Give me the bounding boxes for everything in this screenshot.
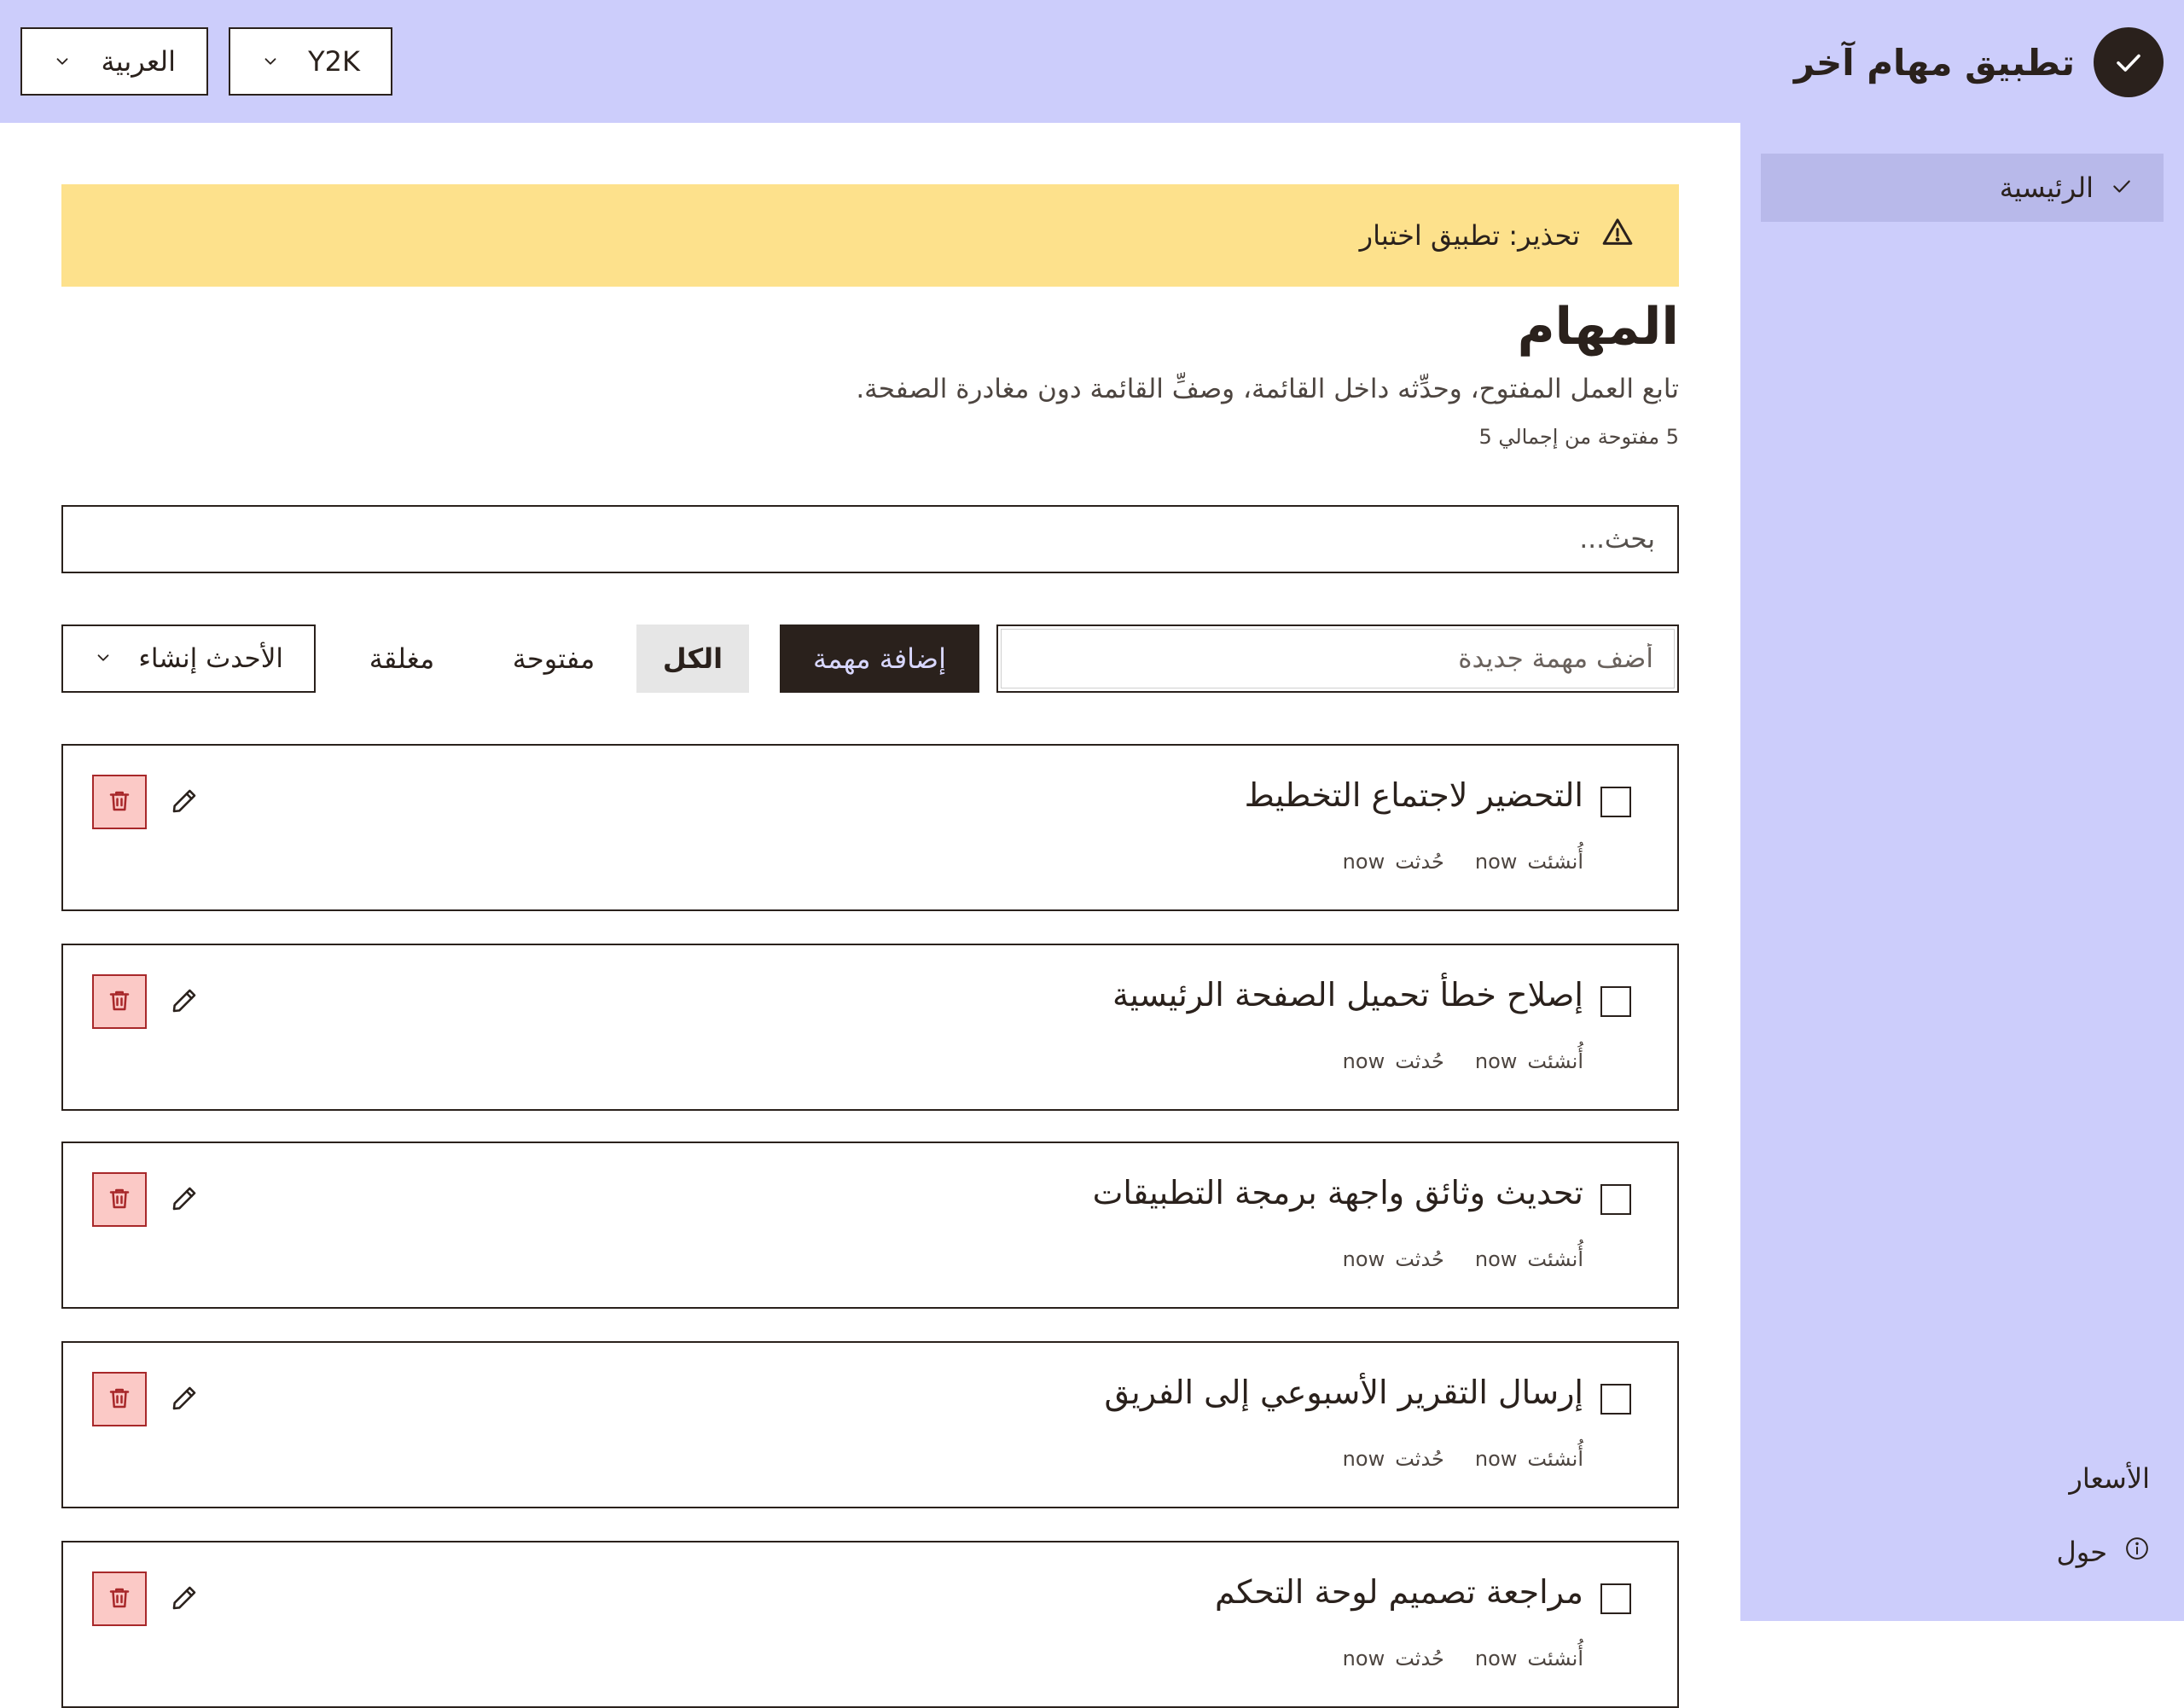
task-card: تحديث وثائق واجهة برمجة التطبيقات أُنشئت…	[61, 1142, 1679, 1309]
page-title: المهام	[1517, 297, 1679, 357]
trash-icon	[107, 988, 132, 1016]
language-select-value: العربية	[101, 45, 176, 78]
sidebar-item-label: الرئيسية	[1999, 171, 2094, 204]
task-title[interactable]: تحديث وثائق واجهة برمجة التطبيقات	[1093, 1174, 1583, 1211]
sidebar-item-label: الأسعار	[2069, 1462, 2150, 1495]
warning-triangle-icon	[1600, 215, 1635, 256]
edit-task-button[interactable]	[167, 1582, 201, 1616]
filter-all-button[interactable]: الكل	[636, 625, 749, 693]
sidebar: الرئيسية الأسعار حول	[1740, 123, 2184, 1621]
sidebar-item-label: حول	[2056, 1536, 2107, 1568]
language-select[interactable]: العربية	[20, 27, 208, 96]
updated-label: حُدثت	[1395, 1447, 1444, 1471]
task-card: إرسال التقرير الأسبوعي إلى الفريق أُنشئت…	[61, 1341, 1679, 1508]
task-count: 5 مفتوحة من إجمالي 5	[1478, 425, 1679, 449]
sidebar-item-about[interactable]: حول	[2056, 1536, 2150, 1568]
info-icon	[2124, 1536, 2150, 1568]
pencil-icon	[170, 787, 199, 818]
task-checkbox[interactable]	[1600, 1583, 1631, 1614]
delete-task-button[interactable]	[92, 1372, 147, 1426]
task-checkbox[interactable]	[1600, 787, 1631, 817]
trash-icon	[107, 788, 132, 816]
check-logo-icon	[2094, 27, 2164, 97]
created-label: أُنشئت	[1527, 1647, 1583, 1670]
delete-task-button[interactable]	[92, 1172, 147, 1227]
task-meta: أُنشئت now حُدثت now	[1343, 850, 1583, 874]
edit-task-button[interactable]	[167, 1182, 201, 1217]
filter-closed-button[interactable]: مغلقة	[346, 625, 457, 693]
task-checkbox[interactable]	[1600, 986, 1631, 1017]
new-task-input[interactable]	[996, 625, 1679, 693]
created-label: أُنشئت	[1527, 1247, 1583, 1271]
task-meta: أُنشئت now حُدثت now	[1343, 1647, 1583, 1670]
trash-icon	[107, 1585, 132, 1613]
updated-value: now	[1342, 1247, 1385, 1271]
app-title: تطبيق مهام آخر	[1793, 41, 2075, 84]
task-meta: أُنشئت now حُدثت now	[1343, 1247, 1583, 1271]
trash-icon	[107, 1186, 132, 1214]
created-label: أُنشئت	[1527, 1447, 1583, 1471]
created-value: now	[1474, 1447, 1518, 1471]
chevron-down-icon	[94, 643, 113, 674]
delete-task-button[interactable]	[92, 1571, 147, 1626]
edit-task-button[interactable]	[167, 985, 201, 1019]
pencil-icon	[170, 1583, 199, 1615]
task-card: إصلاح خطأ تحميل الصفحة الرئيسية أُنشئت no…	[61, 944, 1679, 1111]
page-description: تابع العمل المفتوح، وحدِّثه داخل القائمة…	[856, 374, 1679, 404]
chevron-down-icon	[261, 52, 280, 71]
updated-value: now	[1342, 850, 1385, 874]
created-value: now	[1474, 850, 1518, 874]
pencil-icon	[170, 1384, 199, 1415]
created-value: now	[1474, 1647, 1518, 1670]
warning-text: تحذير: تطبيق اختبار	[1359, 219, 1580, 252]
warning-banner: تحذير: تطبيق اختبار	[61, 184, 1679, 287]
edit-task-button[interactable]	[167, 1382, 201, 1416]
edit-task-button[interactable]	[167, 785, 201, 819]
updated-value: now	[1342, 1447, 1385, 1471]
task-meta: أُنشئت now حُدثت now	[1343, 1447, 1583, 1471]
filter-open-button[interactable]: مفتوحة	[498, 625, 609, 693]
theme-select-value: Y2K	[308, 45, 360, 78]
task-card: مراجعة تصميم لوحة التحكم أُنشئت now حُدثت…	[61, 1541, 1679, 1708]
updated-label: حُدثت	[1395, 1049, 1444, 1073]
delete-task-button[interactable]	[92, 974, 147, 1029]
theme-select[interactable]: Y2K	[229, 27, 392, 96]
updated-label: حُدثت	[1395, 1247, 1444, 1271]
task-checkbox[interactable]	[1600, 1184, 1631, 1215]
updated-label: حُدثت	[1395, 1647, 1444, 1670]
task-title[interactable]: إرسال التقرير الأسبوعي إلى الفريق	[1104, 1374, 1583, 1411]
brand[interactable]: تطبيق مهام آخر	[1794, 27, 2164, 97]
delete-task-button[interactable]	[92, 775, 147, 829]
search-input[interactable]	[61, 505, 1679, 573]
task-title[interactable]: التحضير لاجتماع التخطيط	[1245, 776, 1583, 814]
sort-select[interactable]: الأحدث إنشاء	[61, 625, 316, 693]
add-task-button[interactable]: إضافة مهمة	[780, 625, 979, 693]
task-title[interactable]: إصلاح خطأ تحميل الصفحة الرئيسية	[1112, 976, 1583, 1014]
sidebar-item-pricing[interactable]: الأسعار	[2069, 1462, 2150, 1495]
pencil-icon	[170, 1184, 199, 1216]
created-label: أُنشئت	[1527, 850, 1583, 874]
trash-icon	[107, 1386, 132, 1414]
task-card: التحضير لاجتماع التخطيط أُنشئت now حُدثت n…	[61, 744, 1679, 911]
created-value: now	[1474, 1049, 1518, 1073]
updated-value: now	[1342, 1049, 1385, 1073]
sort-select-value: الأحدث إنشاء	[138, 643, 283, 674]
check-icon	[2111, 171, 2133, 204]
pencil-icon	[170, 986, 199, 1018]
sidebar-item-home[interactable]: الرئيسية	[1761, 154, 2164, 222]
top-bar: تطبيق مهام آخر Y2K العربية	[0, 0, 2184, 123]
updated-label: حُدثت	[1395, 850, 1444, 874]
task-checkbox[interactable]	[1600, 1384, 1631, 1415]
updated-value: now	[1342, 1647, 1385, 1670]
created-value: now	[1474, 1247, 1518, 1271]
main-content: تحذير: تطبيق اختبار المهام تابع العمل ال…	[0, 123, 1740, 1708]
task-meta: أُنشئت now حُدثت now	[1343, 1049, 1583, 1073]
chevron-down-icon	[53, 52, 72, 71]
task-title[interactable]: مراجعة تصميم لوحة التحكم	[1215, 1573, 1583, 1611]
created-label: أُنشئت	[1527, 1049, 1583, 1073]
